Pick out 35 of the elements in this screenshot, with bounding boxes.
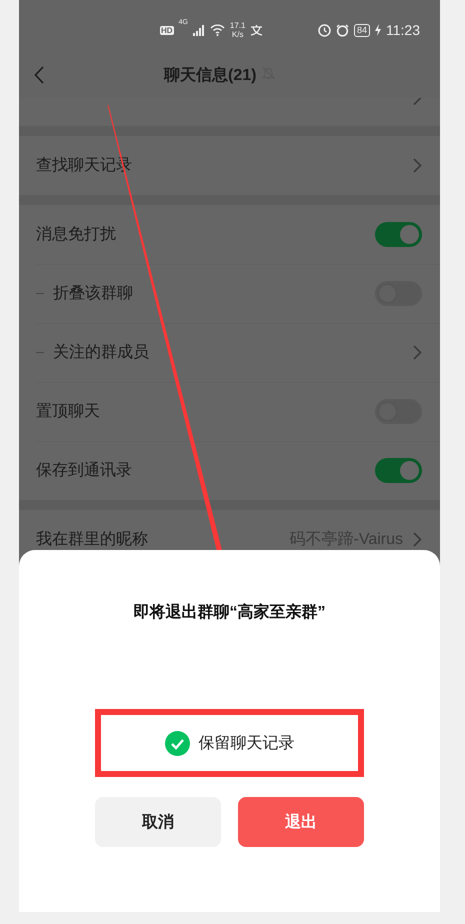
translate-icon [250, 24, 264, 36]
page-title: 聊天信息(21) [164, 66, 256, 86]
toggle-switch[interactable] [375, 222, 422, 247]
clock-icon [318, 24, 331, 36]
row-label: 置顶聊天 [36, 402, 100, 422]
clock-time: 11:23 [386, 22, 420, 38]
hd-badge: HD [160, 26, 174, 34]
settings-row[interactable]: 保存到通讯录 [19, 441, 440, 500]
settings-row[interactable]: 消息免打扰 [19, 205, 440, 264]
chevron-icon [413, 345, 422, 360]
chevron-icon [413, 158, 422, 173]
row-label: 折叠该群聊 [53, 284, 133, 304]
chevron-icon [413, 532, 422, 547]
battery-level: 84 [354, 24, 370, 36]
wifi-icon [210, 24, 225, 36]
back-icon[interactable] [34, 66, 44, 84]
cancel-button[interactable]: 取消 [95, 797, 221, 847]
exit-button[interactable]: 退出 [238, 797, 364, 847]
row-label: 我在群里的昵称 [36, 530, 148, 550]
settings-row[interactable]: 关注的群成员 [19, 323, 440, 382]
speed-unit: K/s [232, 30, 244, 39]
checkbox-icon[interactable] [164, 730, 190, 756]
speed-value: 17.1 [230, 21, 246, 30]
row-label: 关注的群成员 [53, 342, 149, 363]
settings-row[interactable]: 置顶聊天 [19, 382, 440, 441]
settings-row[interactable]: 折叠该群聊 [19, 264, 440, 323]
chevron-icon [413, 98, 422, 106]
signal-icon [192, 24, 205, 36]
keep-history-label[interactable]: 保留聊天记录 [198, 732, 294, 754]
charging-icon [375, 24, 381, 36]
row-label: 保存到通讯录 [36, 460, 132, 481]
alarm-icon [336, 24, 349, 36]
dialog-title: 即将退出群聊“高家至亲群” [134, 602, 326, 623]
toggle-switch[interactable] [375, 458, 422, 483]
row-label: 消息免打扰 [36, 224, 116, 245]
